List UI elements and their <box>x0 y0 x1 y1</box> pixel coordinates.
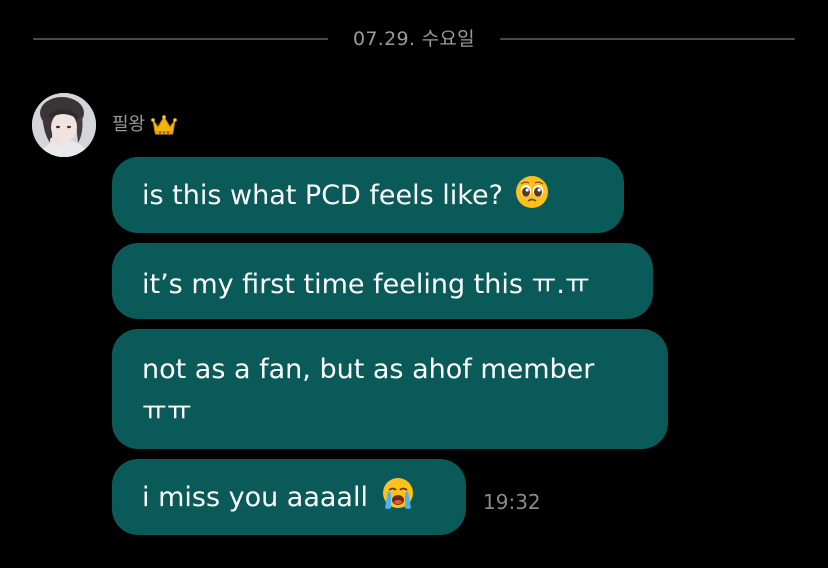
message-text: it’s my first time feeling this ㅠ.ㅠ <box>142 268 590 300</box>
date-divider: 07.29. 수요일 <box>0 26 828 52</box>
message-timestamp: 19:32 <box>483 490 541 514</box>
divider-line-right <box>500 38 795 40</box>
avatar[interactable] <box>32 93 96 157</box>
avatar-image <box>32 93 96 157</box>
message-text: i miss you aaaall <box>142 481 368 513</box>
message-text: is this what PCD feels like? <box>142 179 503 211</box>
message-text-line: not as a fan, but as ahof member <box>142 354 595 385</box>
message-text-line: ㅠㅠ <box>142 396 192 427</box>
message-bubble[interactable]: i miss you aaaall <box>112 459 466 535</box>
divider-line-left <box>33 38 328 40</box>
crown-icon <box>151 114 177 136</box>
message-bubble[interactable]: is this what PCD feels like? <box>112 157 624 233</box>
sender-row: 필왕 <box>112 112 177 138</box>
message-bubble[interactable]: it’s my first time feeling this ㅠ.ㅠ <box>112 243 653 319</box>
message-bubble[interactable]: not as a fan, but as ahof member ㅠㅠ <box>112 329 668 449</box>
date-label: 07.29. 수요일 <box>353 28 475 50</box>
pleading-face-icon <box>515 175 549 216</box>
loudly-crying-face-icon <box>380 477 416 518</box>
sender-name: 필왕 <box>112 114 146 135</box>
